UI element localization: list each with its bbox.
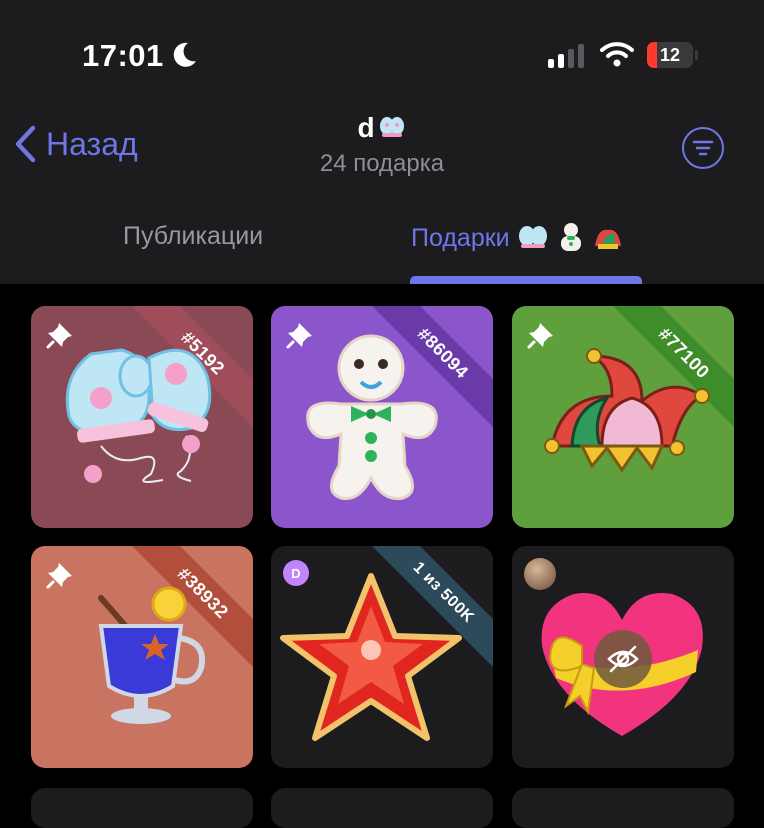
jester-hat-icon xyxy=(544,348,710,473)
gift-card-partial[interactable] xyxy=(271,788,493,828)
page-title: d xyxy=(357,112,406,144)
mittens-emoji-icon xyxy=(379,117,404,137)
battery-cap xyxy=(695,50,698,60)
hidden-gift-indicator xyxy=(594,630,652,688)
page-title-text: d xyxy=(357,112,375,143)
header: 17:01 12 Назад d 24 подарка Публикации П… xyxy=(0,0,764,284)
tab-gifts[interactable]: Подарки xyxy=(411,222,624,254)
gift-card-gingerbread-man[interactable]: #86094 xyxy=(271,306,493,528)
tab-gifts-label: Подарки xyxy=(411,223,510,252)
gingerbread-man-icon xyxy=(306,334,438,501)
gift-count: 24 подарка xyxy=(319,150,445,177)
status-time: 17:01 xyxy=(82,38,164,73)
moon-icon xyxy=(173,42,196,67)
nav-title-block: d 24 подарка xyxy=(232,112,532,178)
gift-card-heart-with-bow[interactable] xyxy=(512,546,734,768)
battery-icon: 12 xyxy=(647,42,693,68)
jester-hat-emoji-icon xyxy=(594,229,621,249)
signal-icon xyxy=(548,42,584,68)
back-label: Назад xyxy=(46,125,138,162)
mulled-wine-icon xyxy=(98,586,205,724)
gift-card-partial[interactable] xyxy=(512,788,734,828)
filter-button[interactable] xyxy=(682,127,724,169)
gift-card-mittens[interactable]: #5192 xyxy=(31,306,253,528)
battery-level: 12 xyxy=(659,45,681,65)
gingerbread-emoji-icon xyxy=(560,223,581,251)
mittens-emoji-icon xyxy=(518,226,547,248)
tab-publications[interactable]: Публикации xyxy=(123,222,263,251)
gift-card-partial[interactable] xyxy=(31,788,253,828)
filter-icon xyxy=(692,140,714,156)
gift-card-red-star[interactable]: D 1 из 500K xyxy=(271,546,493,768)
gift-card-jester-hat[interactable]: #77100 xyxy=(512,306,734,528)
eye-off-icon xyxy=(607,645,639,673)
active-tab-indicator xyxy=(410,276,642,284)
gift-card-mulled-wine[interactable]: #38932 xyxy=(31,546,253,768)
red-star-icon xyxy=(280,573,462,741)
back-button[interactable]: Назад xyxy=(14,125,138,163)
mittens-icon xyxy=(65,348,212,483)
wifi-icon xyxy=(600,42,634,67)
chevron-left-icon xyxy=(15,125,36,163)
